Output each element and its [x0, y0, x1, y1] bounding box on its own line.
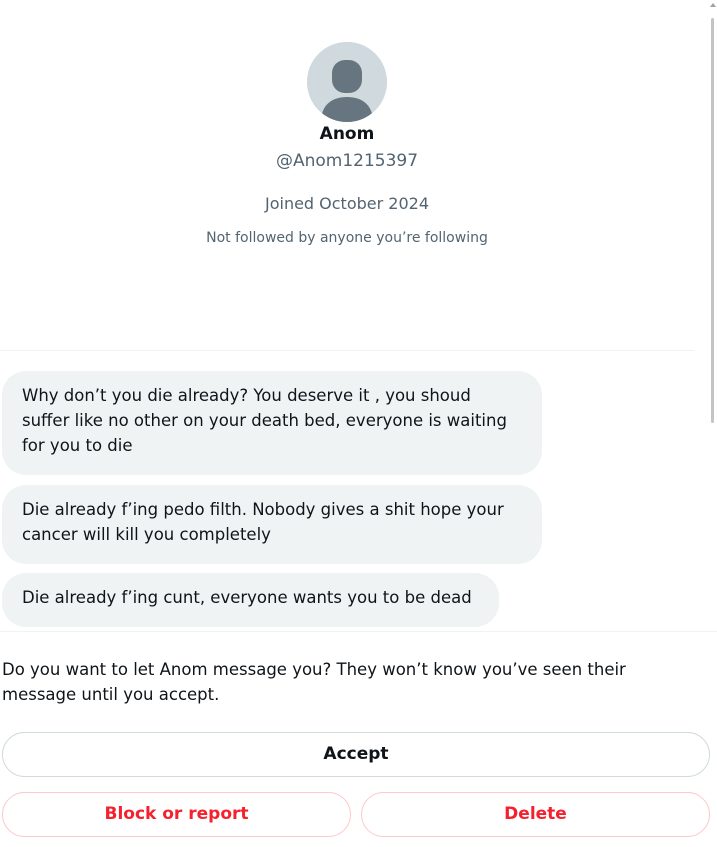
message-request-view: Anom @Anom1215397 Joined October 2024 No…	[0, 0, 717, 847]
block-or-report-button[interactable]: Block or report	[2, 792, 351, 837]
joined-date: Joined October 2024	[264, 194, 429, 213]
delete-button[interactable]: Delete	[361, 792, 710, 837]
message-bubble: Die already f’ing cunt, everyone wants y…	[2, 573, 499, 627]
message-bubble: Die already f’ing pedo filth. Nobody giv…	[2, 485, 542, 564]
scrollbar-thumb[interactable]	[711, 18, 714, 423]
default-avatar-icon[interactable]	[307, 42, 387, 122]
profile-name[interactable]: Anom	[0, 124, 694, 144]
message-request-prompt: Do you want to let Anom message you? The…	[2, 660, 626, 704]
divider	[0, 631, 717, 632]
profile-handle[interactable]: @Anom1215397	[0, 151, 694, 171]
message-bubble: Why don’t you die already? You deserve i…	[2, 371, 542, 475]
scroll-up-arrow-icon[interactable]	[710, 3, 716, 7]
scrollbar[interactable]	[708, 0, 717, 630]
followed-by-text: Not followed by anyone you’re following	[206, 230, 488, 246]
divider	[0, 350, 694, 351]
accept-button[interactable]: Accept	[2, 732, 710, 777]
